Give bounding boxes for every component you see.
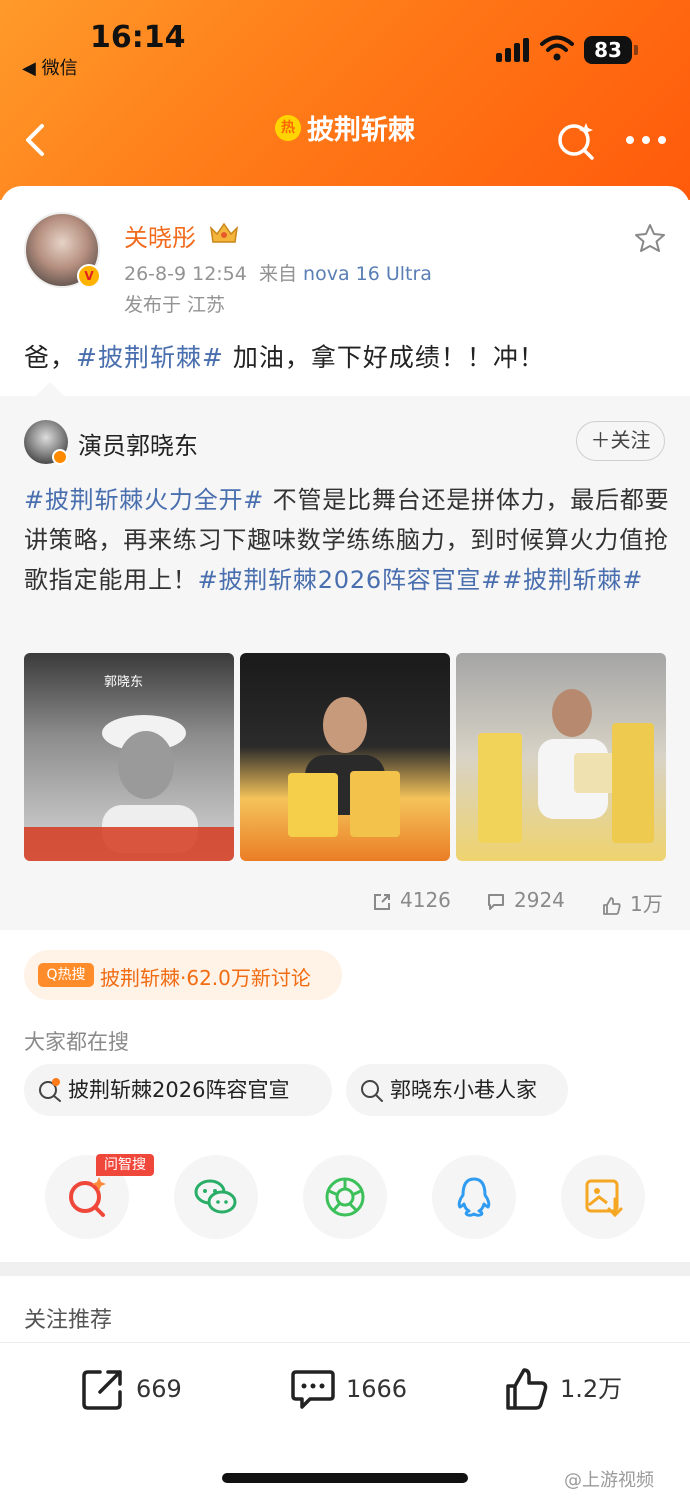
thumbs-up-icon: [506, 1368, 548, 1410]
bottom-comment-count: 1666: [346, 1375, 408, 1403]
share-icon: [374, 893, 390, 910]
signal-icon: [496, 38, 530, 62]
page-title-text: 披荆斩棘: [307, 115, 415, 146]
bottom-repost-count: 669: [136, 1375, 182, 1403]
post-text-post: 加油，拿下好成绩！！冲！: [223, 343, 545, 372]
like-count[interactable]: 1万: [602, 888, 663, 917]
moments-icon: [325, 1177, 365, 1217]
person-with-books-icon: [288, 697, 400, 837]
bottom-repost-button[interactable]: 669: [80, 1366, 190, 1412]
thumbs-up-icon: [603, 896, 621, 915]
ai-search-badge: 问智搜: [96, 1154, 154, 1176]
home-indicator: [222, 1473, 468, 1483]
back-app-label: 微信: [41, 58, 78, 79]
hot-badge-icon: 热: [275, 114, 301, 141]
search-icon: [361, 1080, 383, 1102]
share-icon: [82, 1370, 122, 1410]
bottom-comment-button[interactable]: 1666: [290, 1366, 410, 1412]
save-image-icon: [585, 1179, 623, 1218]
comment-count[interactable]: 2924: [486, 888, 565, 912]
post-photo-2[interactable]: [240, 653, 450, 861]
recommend-title: 关注推荐: [24, 1308, 113, 1333]
crown-icon: [209, 222, 239, 243]
ai-search-icon[interactable]: [556, 120, 596, 160]
battery-tip: [634, 45, 638, 55]
comment-icon: [488, 893, 504, 910]
post-date: 26-8-9 12:54: [124, 263, 247, 285]
status-time: 16:14: [90, 20, 186, 55]
post-photo-1[interactable]: 郭晓东: [24, 653, 234, 861]
photo-red-banner: [24, 827, 234, 861]
repost-verified-icon: [52, 449, 68, 465]
qq-icon: [457, 1177, 491, 1217]
post-text-pre: 爸，: [24, 343, 77, 372]
search-section-title: 大家都在搜: [24, 1030, 129, 1054]
hot-search-icon: [39, 1078, 61, 1102]
like-count-value: 1万: [630, 892, 663, 916]
author-name[interactable]: 关晓彤: [124, 218, 196, 253]
photo-caption: 郭晓东: [104, 675, 144, 690]
bottom-like-button[interactable]: 1.2万: [504, 1366, 624, 1412]
search-chip-label: 披荆斩棘2026阵容官宣: [68, 1078, 290, 1102]
bottom-like-count: 1.2万: [560, 1375, 623, 1403]
verified-badge-icon: V: [77, 264, 101, 288]
post-meta: 26-8-9 12:54 来自 nova 16 Ultra: [124, 259, 432, 286]
back-to-app-link[interactable]: ◀ 微信: [22, 54, 78, 80]
post-location: 发布于 江苏: [124, 294, 226, 316]
battery-indicator: 83: [584, 36, 632, 64]
comment-icon: [291, 1370, 335, 1409]
wifi-icon: [540, 35, 574, 61]
moments-share-button[interactable]: [303, 1155, 387, 1239]
wechat-icon: [194, 1179, 237, 1214]
repost-topic-link-2[interactable]: #披荆斩棘2026阵容官宣##披荆斩棘#: [198, 566, 644, 594]
save-image-share-button[interactable]: [561, 1155, 645, 1239]
ai-search-icon: [69, 1177, 106, 1217]
star-icon[interactable]: [634, 222, 666, 254]
watermark: @上游视频: [564, 1470, 654, 1491]
repost-topic-link[interactable]: #披荆斩棘火力全开#: [24, 486, 264, 514]
person-reading-icon: [478, 689, 654, 843]
post-topic-link[interactable]: #披荆斩棘#: [76, 343, 224, 372]
hot-search-tag: Q热搜: [38, 963, 94, 987]
section-gap: [0, 1262, 690, 1276]
repost-count[interactable]: 4126: [372, 888, 451, 912]
divider: [0, 1342, 690, 1343]
search-chip[interactable]: 披荆斩棘2026阵容官宣: [24, 1064, 332, 1116]
source-prefix: 来自: [258, 263, 297, 285]
more-icon[interactable]: [624, 125, 668, 155]
repost-count-value: 4126: [400, 888, 451, 912]
post-photo-3[interactable]: [456, 653, 666, 861]
wechat-share-button[interactable]: [174, 1155, 258, 1239]
qq-share-button[interactable]: [432, 1155, 516, 1239]
repost-author-name[interactable]: 演员郭晓东: [78, 426, 198, 461]
search-chip-label: 郭晓东小巷人家: [390, 1078, 537, 1102]
post-text: 爸，#披荆斩棘# 加油，拿下好成绩！！冲！: [24, 338, 545, 374]
comment-count-value: 2924: [514, 888, 565, 912]
post-device[interactable]: nova 16 Ultra: [303, 263, 432, 285]
search-chip[interactable]: 郭晓东小巷人家: [346, 1064, 568, 1116]
repost-text: #披荆斩棘火力全开# 不管是比舞台还是拼体力，最后都要讲策略，再来练习下趣味数学…: [24, 480, 674, 600]
follow-button[interactable]: ＋关注: [576, 421, 665, 461]
hot-topic-text[interactable]: 披荆斩棘·62.0万新讨论: [100, 962, 311, 991]
